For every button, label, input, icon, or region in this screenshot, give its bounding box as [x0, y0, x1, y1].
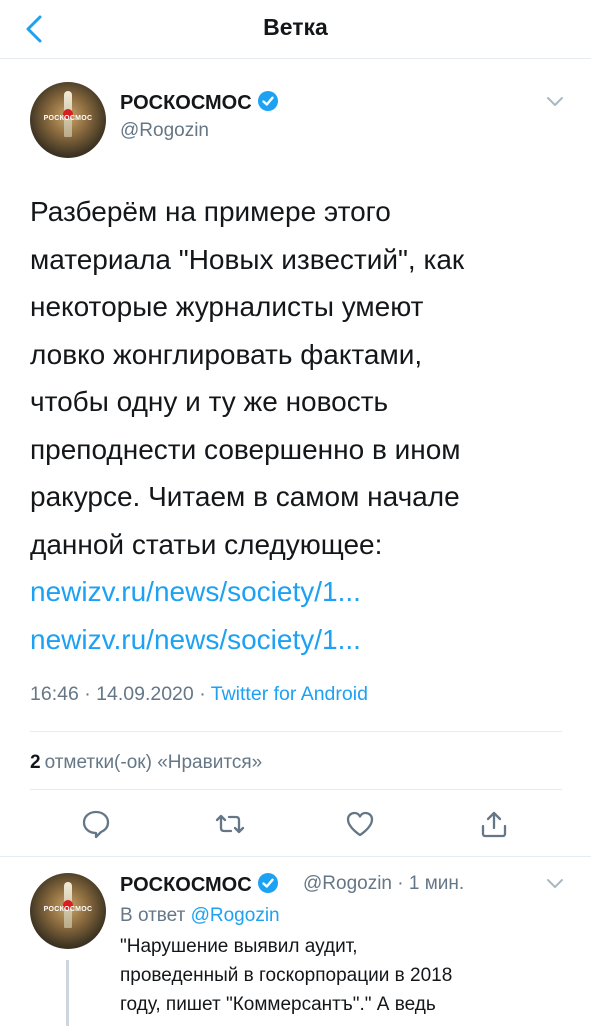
- likes-label: отметки(-ок) «Нравится»: [44, 752, 263, 773]
- page-title: Ветка: [263, 14, 328, 40]
- meta-separator: ·: [84, 683, 91, 705]
- reply-text-line: году, пишет "Коммерсантъ"." А ведь: [120, 994, 436, 1015]
- article-link-1[interactable]: newizv.ru/news/society/1...: [30, 568, 570, 616]
- avatar-logo-text: РОСКОСМОС: [43, 115, 93, 123]
- in-reply-mention[interactable]: @Rogozin: [191, 905, 280, 926]
- tweet-text-line: некоторые журналисты умеют: [30, 291, 424, 322]
- tweet-text-line: ракурсе. Читаем в самом начале: [30, 481, 460, 512]
- retweet-icon[interactable]: [214, 808, 246, 840]
- tweet-source-link[interactable]: Twitter for Android: [211, 683, 368, 705]
- tweet-text-line: материала "Новых известий", как: [30, 243, 465, 275]
- reply-author-avatar[interactable]: РОСКОСМОС: [30, 873, 106, 949]
- reply-text: "Нарушение выявил аудит, проведенный в г…: [120, 932, 560, 1019]
- chevron-down-icon[interactable]: [546, 96, 564, 108]
- author-name-text: РОСКОСМОС: [120, 92, 252, 114]
- reply-author-name-text: РОСКОСМОС: [120, 874, 252, 896]
- share-icon[interactable]: [478, 808, 510, 840]
- tweet-text-line: преподнести совершенно в ином: [30, 433, 461, 465]
- tweet-date: 14.09.2020: [96, 683, 194, 705]
- verified-badge-icon: [257, 91, 278, 111]
- in-reply-to: В ответ @Rogozin: [120, 905, 280, 927]
- reply-icon[interactable]: [80, 808, 112, 840]
- in-reply-prefix: В ответ: [120, 905, 186, 926]
- meta-separator: ·: [199, 683, 206, 705]
- divider: [30, 731, 562, 732]
- tweet-time: 16:46: [30, 683, 79, 705]
- author-handle[interactable]: @Rogozin: [120, 120, 209, 142]
- reply-text-line: "Нарушение выявил аудит,: [120, 936, 358, 957]
- article-link-2[interactable]: newizv.ru/news/society/1...: [30, 616, 570, 664]
- chevron-down-icon[interactable]: [546, 878, 564, 890]
- section-divider: [0, 856, 591, 857]
- avatar-logo-text: РОСКОСМОС: [43, 906, 93, 914]
- tweet-text-line: чтобы одну и ту же новость: [30, 386, 389, 417]
- divider: [30, 789, 562, 790]
- reply-author-name[interactable]: РОСКОСМОС: [120, 872, 279, 897]
- reply-handle-time[interactable]: @Rogozin · 1 мин.: [303, 873, 464, 895]
- author-avatar[interactable]: РОСКОСМОС: [30, 82, 106, 158]
- author-name[interactable]: РОСКОСМОС: [120, 90, 279, 115]
- verified-badge-icon: [257, 873, 278, 893]
- tweet-text-line: ловко жонглировать фактами,: [30, 338, 423, 370]
- tweet-text-line: данной статьи следующее:: [30, 528, 383, 560]
- tweet-text-line: Разберём на примере этого: [30, 196, 391, 227]
- tweet-meta: 16:46 · 14.09.2020 · Twitter for Android: [30, 683, 368, 706]
- likes-summary[interactable]: 2 отметки(-ок) «Нравится»: [30, 752, 262, 774]
- likes-count: 2: [30, 752, 41, 773]
- navigation-bar: Ветка: [0, 0, 591, 59]
- reply-text-line: проведенный в госкорпорации в 2018: [120, 965, 453, 986]
- tweet-text: Разберём на примере этого материала "Нов…: [30, 188, 570, 663]
- thread-line: [66, 960, 69, 1026]
- like-icon[interactable]: [344, 808, 376, 840]
